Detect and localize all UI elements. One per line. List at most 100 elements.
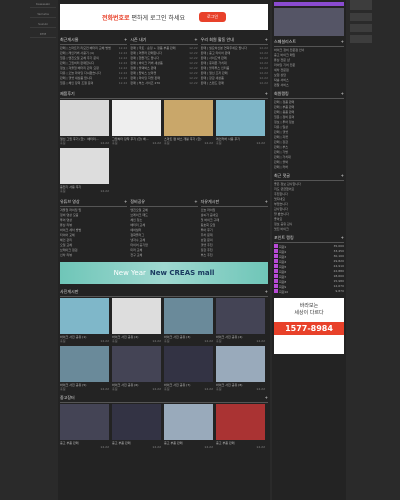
thumb-image[interactable] (164, 404, 213, 440)
thumb-image[interactable] (112, 346, 161, 382)
bottom-gallery: 중고장터 + (58, 392, 270, 403)
gallery-card[interactable]: 중고 부품 판매 12.22 (112, 404, 161, 450)
plus-icon[interactable]: + (341, 39, 344, 45)
gallery-card[interactable]: 중고 부품 판매 12.22 (164, 404, 213, 450)
rank-icon (274, 274, 278, 278)
side-title-text: 회원랭킹 (274, 91, 289, 96)
thumb-image[interactable] (60, 346, 109, 382)
rsb-logo[interactable] (350, 24, 372, 32)
plus-icon[interactable]: + (265, 289, 268, 295)
list-item[interactable]: 전구 교체 (130, 253, 197, 258)
plus-icon[interactable]: + (265, 199, 268, 205)
lsb-item[interactable]: Suzuki (30, 20, 56, 28)
side-item[interactable]: 판매 | 커버 (274, 165, 344, 170)
gallery-card[interactable]: 바이크 사진 공유 (3) 홍길 12.22 (164, 298, 213, 344)
photo-gallery: 사진게시판 + (58, 288, 270, 297)
plus-icon[interactable]: + (341, 91, 344, 97)
gallery-card[interactable]: 바이크 사진 공유 (5) 홍길 12.22 (60, 346, 109, 392)
gallery-card[interactable]: 바이크 사진 공유 (2) 홍길 12.22 (112, 298, 161, 344)
thumb-image[interactable] (216, 346, 265, 382)
thumb-image[interactable] (216, 298, 265, 334)
thumb-image[interactable] (112, 404, 161, 440)
thumb-image[interactable] (60, 298, 109, 334)
thumb-image[interactable] (216, 100, 265, 136)
thumb-image[interactable] (112, 100, 161, 136)
plus-icon[interactable]: + (341, 173, 344, 179)
thumb-image[interactable] (164, 346, 213, 382)
side-section-title: 스페셜리스트 + (274, 38, 344, 47)
item-title[interactable]: 신차 리뷰 (60, 253, 72, 258)
card-date: 12.22 (256, 141, 265, 145)
section-title: 중고장터 (60, 395, 75, 400)
gallery-card[interactable]: 바이크 사진 공유 (8) 홍길 12.22 (216, 346, 265, 392)
card-meta: 홍길 12.22 (60, 387, 109, 392)
plus-icon[interactable]: + (265, 37, 268, 43)
thumb-image[interactable] (164, 100, 213, 136)
card-meta: 홍길 12.22 (164, 141, 213, 146)
item-title[interactable]: 부츠 추천 (201, 253, 213, 258)
card-meta: 홍길 12.22 (112, 141, 161, 146)
side-ad[interactable]: 바라보는 세상이 다르다 1577-8984 (274, 298, 344, 354)
gallery-card[interactable]: 스마트 캠 박스 개봉 후기 (한) 홍길 12.22 (164, 100, 213, 146)
list-item[interactable]: 판매 | 스탠드 판매 12.22 (201, 81, 268, 86)
plus-icon[interactable]: + (341, 235, 344, 241)
gallery-card[interactable]: 그립히터 장착 후기 (한) 배... 홍길 12.22 (112, 100, 161, 146)
video-thumb[interactable] (274, 8, 344, 36)
thumb-image[interactable] (164, 298, 213, 334)
lsb-item[interactable]: KTM (30, 30, 56, 38)
rsb-logo[interactable] (350, 0, 372, 10)
list-column: 정비공유 + 엔진오일 교체 브레이크 패드 체인 청소 배터리 교체 에어필터 점화플러그 냉… (130, 198, 198, 258)
gallery-card[interactable]: 열선 그립 후기 (한) · 배터리... 홍길 12.22 (60, 100, 109, 146)
lsb-item[interactable]: Kawasaki (30, 0, 56, 8)
card-date: 12.22 (204, 339, 213, 343)
rank-name[interactable]: 회원10 (274, 289, 288, 294)
section-header: 유튜브 영상 + (60, 198, 128, 207)
gallery-card[interactable]: 바이크 사진 공유 (7) 홍길 12.22 (164, 346, 213, 392)
thumb-image[interactable] (216, 404, 265, 440)
login-button[interactable]: 로그인 (198, 12, 227, 22)
side-item[interactable]: 렌탈 서비스 (274, 83, 344, 88)
gallery-card[interactable]: 충전기 사용 후기 홍길 12.22 (60, 148, 109, 194)
gallery-card[interactable]: 바이크 사진 공유 (6) 홍길 12.22 (112, 346, 161, 392)
plus-icon[interactable]: + (194, 37, 197, 43)
plus-icon[interactable]: + (265, 395, 268, 401)
gallery-card[interactable]: 중고 부품 판매 12.22 (60, 404, 109, 450)
thumb-image[interactable] (60, 148, 109, 184)
gallery-card[interactable]: 레인커버 사용 후기 홍길 12.22 (216, 100, 265, 146)
thumb-image[interactable] (112, 298, 161, 334)
section-title: 유튜브 영상 (60, 199, 80, 204)
item-title[interactable]: 판매 | 부츠 사이즈 270 (130, 81, 160, 86)
item-title[interactable]: 전구 교체 (130, 253, 142, 258)
plus-icon[interactable]: + (124, 37, 127, 43)
card-date: 12.22 (152, 141, 161, 145)
thumb-image[interactable] (60, 100, 109, 136)
item-title[interactable]: 질문 | 체인 장력 조절 문의 (60, 81, 93, 86)
plus-icon[interactable]: + (265, 91, 268, 97)
gallery-card[interactable]: 바이크 사진 공유 (1) 홍길 12.22 (60, 298, 109, 344)
thumb-image[interactable] (60, 404, 109, 440)
list-item[interactable]: 질문 | 체인 장력 조절 문의 12.22 (60, 81, 127, 86)
gallery-card[interactable]: 중고 부품 판매 12.22 (216, 404, 265, 450)
list-item[interactable]: 부츠 추천 (201, 253, 268, 258)
gallery-card[interactable]: 바이크 사진 공유 (4) 홍길 12.22 (216, 298, 265, 344)
section-title: 제품후기 (60, 91, 75, 96)
ad-banner[interactable]: New Year New CREAS mall (60, 262, 268, 284)
list-item[interactable]: 판매 | 부츠 사이즈 270 12.22 (130, 81, 197, 86)
side-item[interactable]: 멋진 바이크 (274, 227, 344, 232)
list-item[interactable]: 신차 리뷰 (60, 253, 127, 258)
section-header: 시즌 내기 + (130, 36, 198, 45)
rsb-logo[interactable] (350, 35, 372, 43)
item-title[interactable]: 판매 | 스탠드 판매 (201, 81, 224, 86)
plus-icon[interactable]: + (194, 199, 197, 205)
side-title-text: 스페셜리스트 (274, 39, 297, 44)
rsb-logo[interactable] (350, 13, 372, 21)
side-item-title[interactable]: 판매 | 커버 (274, 165, 288, 170)
section-header: 자유게시판 + (200, 198, 268, 207)
card-date: 12.22 (100, 141, 109, 145)
side-item-title[interactable]: 렌탈 서비스 (274, 83, 289, 88)
login-banner[interactable]: 전화번호로 편하게 로그인 하세요 로그인 (60, 4, 268, 30)
lsb-item[interactable]: Yamaha (30, 10, 56, 18)
plus-icon[interactable]: + (124, 199, 127, 205)
side-item-title[interactable]: 멋진 바이크 (274, 227, 289, 232)
side-item[interactable]: 회원10 9,870 (274, 289, 344, 294)
